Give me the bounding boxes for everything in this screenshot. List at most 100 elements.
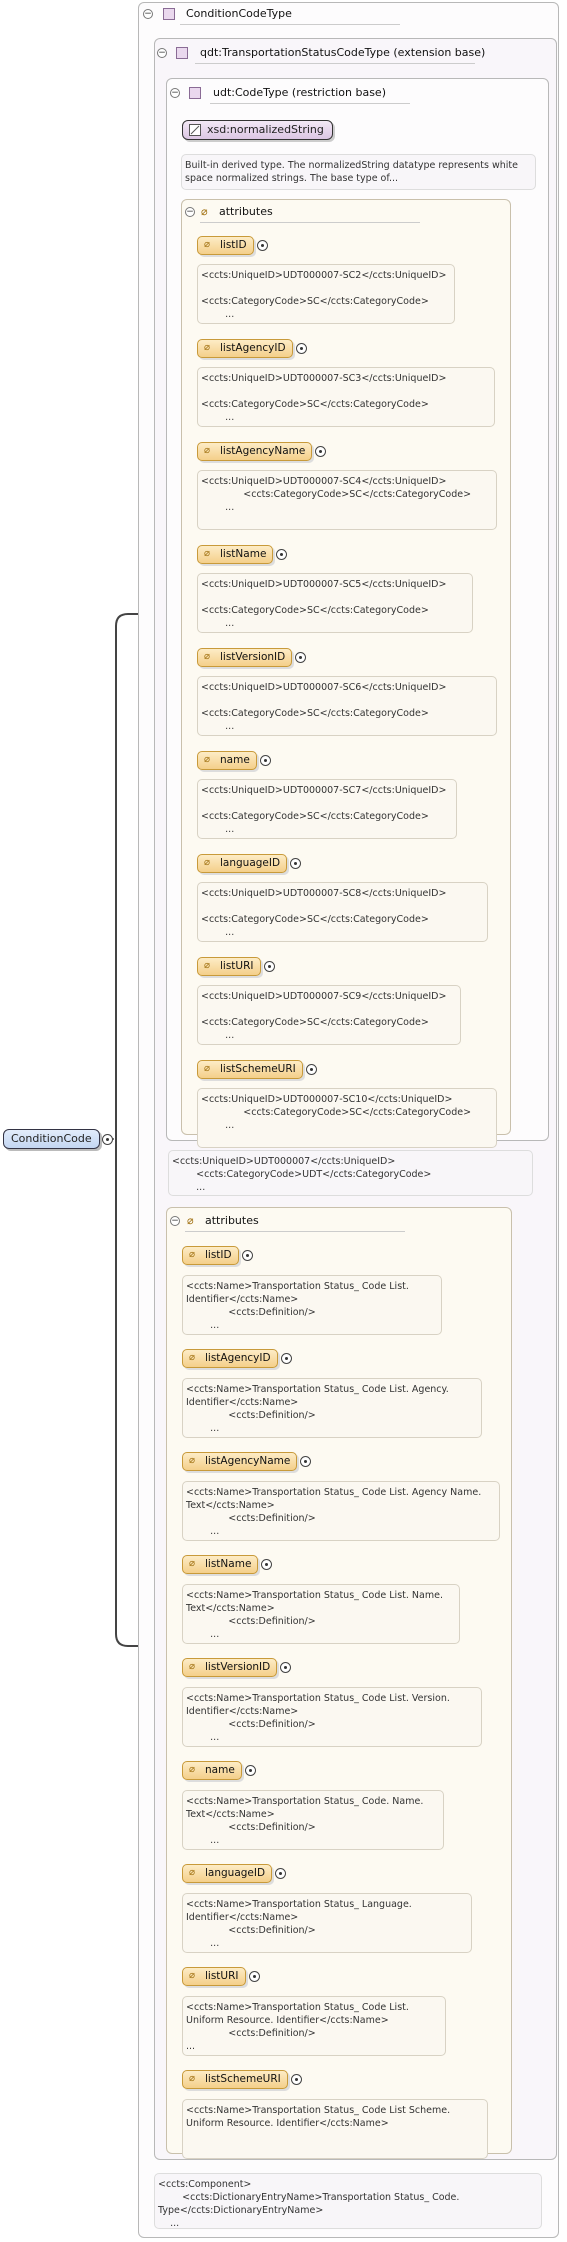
expand-icon[interactable]: [296, 343, 307, 354]
attribute-documentation: <ccts:Name>Transportation Status_ Code L…: [182, 1996, 446, 2056]
expand-icon[interactable]: [260, 755, 271, 766]
collapse-icon[interactable]: −: [143, 9, 153, 19]
attribute-label: listAgencyName: [220, 445, 306, 457]
attribute-documentation: <ccts:UniqueID>UDT000007-SC3</ccts:Uniqu…: [197, 367, 495, 427]
divider: [210, 103, 410, 104]
xsd-normalized-string[interactable]: xsd:normalizedString: [182, 120, 333, 140]
attribute-languageID[interactable]: ⌀ languageID: [182, 1864, 273, 1883]
attribute-icon: ⌀: [189, 1249, 196, 1260]
attribute-icon: ⌀: [204, 342, 211, 353]
attribute-label: listID: [205, 1249, 232, 1261]
collapse-icon[interactable]: −: [185, 207, 195, 217]
expand-icon[interactable]: [275, 1868, 286, 1879]
attribute-label: listVersionID: [220, 651, 286, 663]
expand-icon[interactable]: [245, 1765, 256, 1776]
attribute-listURI[interactable]: ⌀ listURI: [197, 957, 261, 976]
attribute-documentation: <ccts:Name>Transportation Status_ Code L…: [182, 1378, 482, 1438]
expand-icon[interactable]: [300, 1456, 311, 1467]
attribute-documentation: <ccts:UniqueID>UDT000007-SC8</ccts:Uniqu…: [197, 882, 488, 942]
collapse-icon[interactable]: −: [157, 48, 167, 58]
expand-icon[interactable]: [102, 1134, 113, 1145]
expand-icon[interactable]: [291, 2074, 302, 2085]
attribute-label: listAgencyID: [220, 342, 286, 354]
attribute-listAgencyID[interactable]: ⌀ listAgencyID: [182, 1349, 278, 1368]
attribute-listAgencyName[interactable]: ⌀ listAgencyName: [197, 442, 313, 461]
attribute-documentation: <ccts:UniqueID>UDT000007-SC4</ccts:Uniqu…: [197, 470, 497, 530]
attribute-name[interactable]: ⌀ name: [197, 751, 257, 770]
expand-icon[interactable]: [249, 1971, 260, 1982]
attribute-icon: ⌀: [189, 1970, 196, 1981]
extension-title: qdt:TransportationStatusCodeType (extens…: [200, 46, 486, 59]
attribute-documentation: <ccts:UniqueID>UDT000007-SC2</ccts:Uniqu…: [197, 264, 455, 324]
attribute-documentation: <ccts:UniqueID>UDT000007-SC6</ccts:Uniqu…: [197, 676, 497, 736]
expand-icon[interactable]: [295, 652, 306, 663]
attribute-listVersionID[interactable]: ⌀ listVersionID: [182, 1658, 278, 1677]
attribute-name[interactable]: ⌀ name: [182, 1761, 242, 1780]
attribute-label: listName: [205, 1558, 252, 1570]
expand-icon[interactable]: [242, 1250, 253, 1261]
attribute-label: listName: [220, 548, 267, 560]
attribute-icon: ⌀: [204, 548, 211, 559]
expand-icon[interactable]: [281, 1353, 292, 1364]
attribute-icon: ⌀: [204, 445, 211, 456]
attribute-listSchemeURI[interactable]: ⌀ listSchemeURI: [182, 2070, 288, 2089]
divider: [200, 222, 420, 223]
attribute-icon: ⌀: [204, 651, 211, 662]
divider: [195, 63, 475, 64]
root-element-condition-code[interactable]: ConditionCode: [3, 1129, 100, 1149]
attribute-icon: ⌀: [189, 2073, 196, 2084]
attribute-listName[interactable]: ⌀ listName: [182, 1555, 259, 1574]
attribute-icon: ⌀: [204, 960, 211, 971]
attributes-header: attributes: [219, 205, 273, 218]
expand-icon[interactable]: [257, 240, 268, 251]
divider: [185, 1231, 405, 1232]
attribute-documentation: <ccts:UniqueID>UDT000007-SC5</ccts:Uniqu…: [197, 573, 473, 633]
attribute-listID[interactable]: ⌀ listID: [197, 236, 254, 255]
expand-icon[interactable]: [290, 858, 301, 869]
attribute-icon: ⌀: [189, 1867, 196, 1878]
attribute-documentation: <ccts:UniqueID>UDT000007-SC9</ccts:Uniqu…: [197, 985, 461, 1045]
attributes-header: attributes: [205, 1214, 259, 1227]
restriction-title: udt:CodeType (restriction base): [213, 86, 386, 99]
attribute-label: listURI: [220, 960, 254, 972]
attribute-documentation: <ccts:Name>Transportation Status_ Code L…: [182, 1687, 482, 1747]
attribute-label: listSchemeURI: [205, 2073, 281, 2085]
attribute-label: languageID: [220, 857, 281, 869]
type-documentation: <ccts:Component> <ccts:DictionaryEntryNa…: [154, 2173, 542, 2229]
attribute-label: listAgencyID: [205, 1352, 271, 1364]
expand-icon[interactable]: [261, 1559, 272, 1570]
attribute-documentation: <ccts:Name>Transportation Status_ Code L…: [182, 1275, 442, 1335]
attribute-listVersionID[interactable]: ⌀ listVersionID: [197, 648, 293, 667]
attribute-listID[interactable]: ⌀ listID: [182, 1246, 239, 1265]
attribute-label: name: [220, 754, 250, 766]
attribute-icon: ⌀: [189, 1352, 196, 1363]
attribute-label: name: [205, 1764, 235, 1776]
expand-icon[interactable]: [306, 1064, 317, 1075]
complex-type-title: ConditionCodeType: [186, 7, 292, 20]
simple-type-icon: [189, 124, 201, 136]
attribute-languageID[interactable]: ⌀ languageID: [197, 854, 288, 873]
attribute-documentation: <ccts:Name>Transportation Status_ Code L…: [182, 2099, 488, 2159]
attribute-label: listVersionID: [205, 1661, 271, 1673]
attribute-label: languageID: [205, 1867, 266, 1879]
expand-icon[interactable]: [315, 446, 326, 457]
attribute-icon: ⌀: [204, 754, 211, 765]
attribute-documentation: <ccts:Name>Transportation Status_ Langua…: [182, 1893, 472, 1953]
attribute-listName[interactable]: ⌀ listName: [197, 545, 274, 564]
attribute-icon: ⌀: [189, 1455, 196, 1466]
attribute-listAgencyName[interactable]: ⌀ listAgencyName: [182, 1452, 298, 1471]
collapse-icon[interactable]: −: [170, 88, 180, 98]
expand-icon[interactable]: [280, 1662, 291, 1673]
collapse-icon[interactable]: −: [170, 1216, 180, 1226]
attribute-listURI[interactable]: ⌀ listURI: [182, 1967, 246, 1986]
attribute-label: listAgencyName: [205, 1455, 291, 1467]
attribute-label: listSchemeURI: [220, 1063, 296, 1075]
expand-icon[interactable]: [276, 549, 287, 560]
attribute-listSchemeURI[interactable]: ⌀ listSchemeURI: [197, 1060, 303, 1079]
attribute-icon: ⌀: [189, 1764, 196, 1775]
expand-icon[interactable]: [264, 961, 275, 972]
xsd-documentation: Built-in derived type. The normalizedStr…: [181, 154, 536, 190]
type-icon: [189, 87, 201, 99]
attribute-listAgencyID[interactable]: ⌀ listAgencyID: [197, 339, 293, 358]
attribute-icon: ⌀: [189, 1661, 196, 1672]
